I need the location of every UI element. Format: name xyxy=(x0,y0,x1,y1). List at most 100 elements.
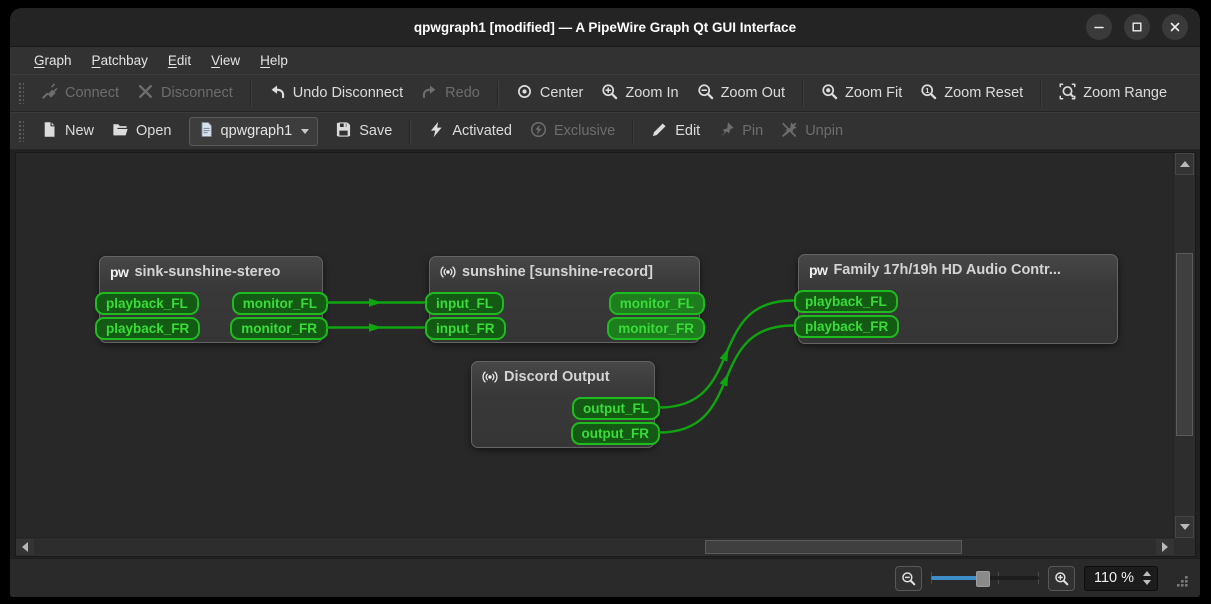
zoom-out-button[interactable]: Zoom Out xyxy=(688,78,794,109)
toolbar-separator xyxy=(409,118,412,144)
unpin-icon xyxy=(781,121,798,142)
connect-icon xyxy=(41,83,58,104)
disconnect-button[interactable]: Disconnect xyxy=(128,78,242,109)
node-header[interactable]: Discord Output xyxy=(472,362,654,389)
menu-edit[interactable]: Edit xyxy=(158,50,201,71)
horizontal-scrollbar[interactable] xyxy=(16,537,1174,556)
maximize-button[interactable] xyxy=(1124,14,1150,40)
open-button[interactable]: Open xyxy=(103,116,180,147)
port-playback_FR[interactable]: playback_FR xyxy=(95,317,201,340)
unpin-button[interactable]: Unpin xyxy=(772,116,852,147)
node-header[interactable]: sunshine [sunshine-record] xyxy=(430,257,699,284)
toolbar-button-label: New xyxy=(65,123,95,139)
connect-button[interactable]: Connect xyxy=(32,78,128,109)
node-title: Family 17h/19h HD Audio Contr... xyxy=(833,262,1061,278)
zoom-in-icon xyxy=(1055,571,1069,585)
toolbar-handle[interactable] xyxy=(18,120,24,142)
scroll-down-button[interactable] xyxy=(1175,516,1194,538)
port-monitor_FL[interactable]: monitor_FL xyxy=(608,292,705,315)
redo-icon xyxy=(421,83,438,104)
titlebar[interactable]: qpwgraph1 [modified] — A PipeWire Graph … xyxy=(10,8,1200,47)
node-title: Discord Output xyxy=(504,369,610,385)
edit-icon xyxy=(651,121,668,142)
statusbar-zoom-out-button[interactable] xyxy=(894,565,922,591)
patchbay-profile-select[interactable]: qpwgraph1 xyxy=(188,116,319,146)
toolbar-separator xyxy=(496,80,499,106)
edit-button[interactable]: Edit xyxy=(642,116,709,147)
node-sunshine[interactable]: sunshine [sunshine-record] input_FL input_… xyxy=(425,256,705,343)
port-input_FL[interactable]: input_FL xyxy=(425,292,504,315)
activated-button[interactable]: Activated xyxy=(419,116,521,147)
port-monitor_FL[interactable]: monitor_FL xyxy=(231,292,328,315)
new-button[interactable]: New xyxy=(32,116,103,147)
scroll-left-button[interactable] xyxy=(16,539,34,555)
graph-canvas[interactable]: pw sink-sunshine-stereo playback_FL playbac… xyxy=(16,153,1174,538)
save-button[interactable]: Save xyxy=(326,116,401,147)
toolbar-button-label: Pin xyxy=(742,123,764,139)
broadcast-icon xyxy=(440,264,456,280)
menu-help[interactable]: Help xyxy=(250,50,298,71)
spin-down-icon[interactable] xyxy=(1143,580,1151,585)
pin-icon xyxy=(718,121,735,142)
scrollbar-corner xyxy=(1174,538,1195,556)
menu-graph[interactable]: Graph xyxy=(24,50,82,71)
spin-up-icon[interactable] xyxy=(1143,571,1151,576)
vertical-scrollbar-thumb[interactable] xyxy=(1176,253,1193,437)
zoom-in-button[interactable]: Zoom In xyxy=(592,78,687,109)
port-playback_FL[interactable]: playback_FL xyxy=(794,290,898,313)
node-header[interactable]: pw sink-sunshine-stereo xyxy=(100,257,322,284)
horizontal-scrollbar-thumb[interactable] xyxy=(705,540,962,554)
pin-button[interactable]: Pin xyxy=(709,116,772,147)
port-playback_FR[interactable]: playback_FR xyxy=(794,315,900,338)
toolbar-separator xyxy=(802,80,805,106)
node-sink[interactable]: pw sink-sunshine-stereo playback_FL playbac… xyxy=(95,256,328,343)
exclusive-button[interactable]: Exclusive xyxy=(521,116,624,147)
zoom-reset-button[interactable]: 1 Zoom Reset xyxy=(911,78,1032,109)
undo-icon xyxy=(269,83,286,104)
toolbar-handle[interactable] xyxy=(18,82,24,104)
redo-button[interactable]: Redo xyxy=(412,78,489,109)
node-family[interactable]: pw Family 17h/19h HD Audio Contr... playba… xyxy=(794,254,1118,344)
center-button[interactable]: Center xyxy=(507,78,593,109)
toolbar-button-label: Connect xyxy=(65,85,120,101)
toolbar-button-label: Exclusive xyxy=(553,123,616,139)
scroll-right-button[interactable] xyxy=(1156,539,1174,555)
menu-patchbay[interactable]: Patchbay xyxy=(82,50,158,71)
node-header[interactable]: pw Family 17h/19h HD Audio Contr... xyxy=(799,255,1117,282)
open-icon xyxy=(112,121,129,142)
zoom-spinbox[interactable]: 110 % xyxy=(1083,565,1158,591)
port-playback_FL[interactable]: playback_FL xyxy=(95,292,199,315)
scroll-right-icon xyxy=(1162,542,1168,552)
zoom-reset-icon: 1 xyxy=(920,83,937,104)
toolbar-button-label: Zoom Fit xyxy=(845,85,903,101)
menu-view[interactable]: View xyxy=(201,50,250,71)
undo-disconnect-button[interactable]: Undo Disconnect xyxy=(260,78,412,109)
node-discord[interactable]: Discord Output output_FL output_FR xyxy=(471,361,660,448)
port-input_FR[interactable]: input_FR xyxy=(425,317,506,340)
toolbar-graph: Connect Disconnect Undo Disconnect Redo Cent… xyxy=(10,74,1200,112)
port-output_FR[interactable]: output_FR xyxy=(570,422,660,445)
zoom-fit-button[interactable]: Zoom Fit xyxy=(812,78,911,109)
port-monitor_FR[interactable]: monitor_FR xyxy=(230,317,328,340)
toolbar-button-label: Undo Disconnect xyxy=(292,85,404,101)
zoom-slider[interactable] xyxy=(930,568,1039,588)
toolbar-patchbay: New Open qpwgraph1 Save Activated Exclusive Ed… xyxy=(10,112,1200,150)
zoom-range-button[interactable]: Zoom Range xyxy=(1050,78,1176,109)
port-monitor_FR[interactable]: monitor_FR xyxy=(607,317,705,340)
pipewire-icon: pw xyxy=(110,264,129,280)
scroll-left-icon xyxy=(22,542,28,552)
toolbar-button-label: Zoom Reset xyxy=(944,85,1024,101)
zoom-fit-icon xyxy=(821,83,838,104)
zoom-out-icon xyxy=(697,83,714,104)
exclusive-icon xyxy=(530,121,547,142)
zoom-out-icon xyxy=(902,571,916,585)
zoom-slider-handle[interactable] xyxy=(975,571,990,587)
statusbar-zoom-in-button[interactable] xyxy=(1047,565,1075,591)
workarea: pw sink-sunshine-stereo playback_FL playbac… xyxy=(10,150,1200,558)
minimize-button[interactable] xyxy=(1086,14,1112,40)
scroll-up-button[interactable] xyxy=(1175,153,1194,175)
port-output_FL[interactable]: output_FL xyxy=(572,397,660,420)
resize-grip[interactable] xyxy=(1173,572,1192,597)
close-button[interactable] xyxy=(1162,14,1188,40)
vertical-scrollbar[interactable] xyxy=(1173,153,1195,538)
